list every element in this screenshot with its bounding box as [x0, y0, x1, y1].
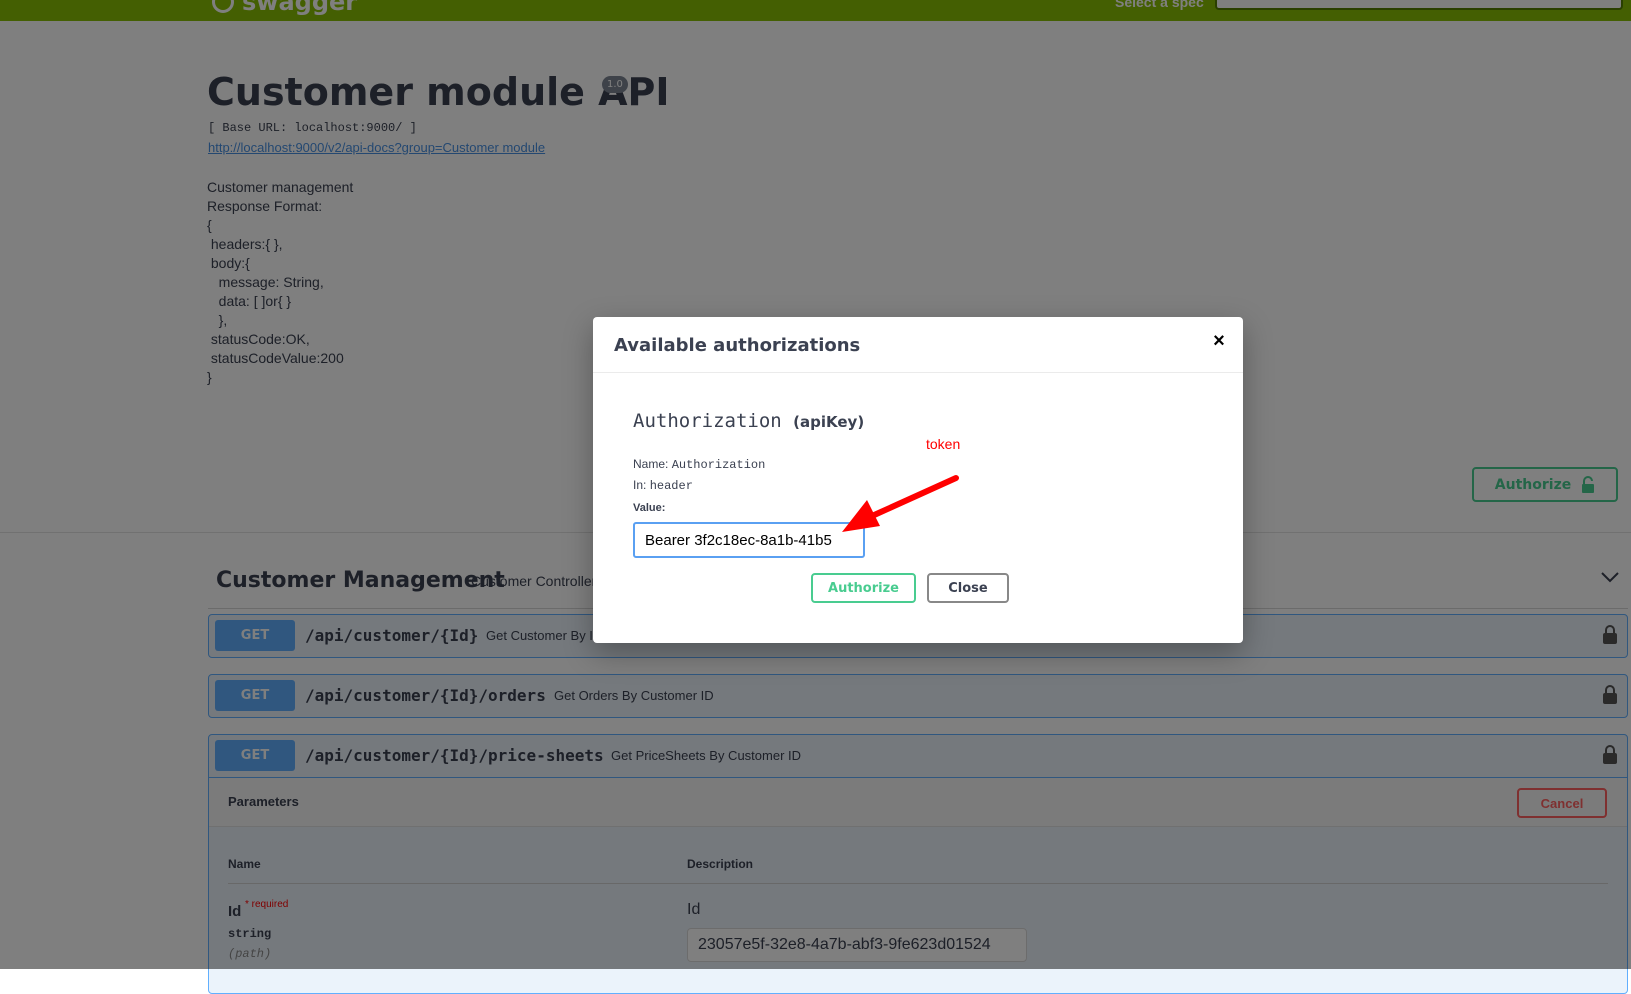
- auth-in-row: In: header: [633, 478, 693, 493]
- modal-close-button[interactable]: Close: [927, 573, 1009, 603]
- in-label: In:: [633, 478, 647, 492]
- api-key-value-input[interactable]: [633, 522, 865, 558]
- authorization-modal: Available authorizations × Authorization…: [593, 317, 1243, 643]
- name-label: Name:: [633, 457, 669, 471]
- modal-header: Available authorizations ×: [593, 317, 1243, 373]
- close-icon[interactable]: ×: [1209, 331, 1229, 351]
- auth-scheme-title: Authorization (apiKey): [633, 410, 864, 432]
- in-value: header: [649, 479, 693, 493]
- value-label: Value:: [633, 502, 666, 514]
- modal-authorize-button[interactable]: Authorize: [811, 573, 916, 603]
- auth-name-row: Name: Authorization: [633, 457, 765, 472]
- auth-scheme-type: (apiKey): [793, 413, 865, 431]
- modal-title: Available authorizations: [614, 335, 861, 356]
- token-annotation: token: [926, 436, 961, 452]
- name-value: Authorization: [671, 458, 766, 472]
- auth-scheme-name: Authorization: [633, 410, 782, 432]
